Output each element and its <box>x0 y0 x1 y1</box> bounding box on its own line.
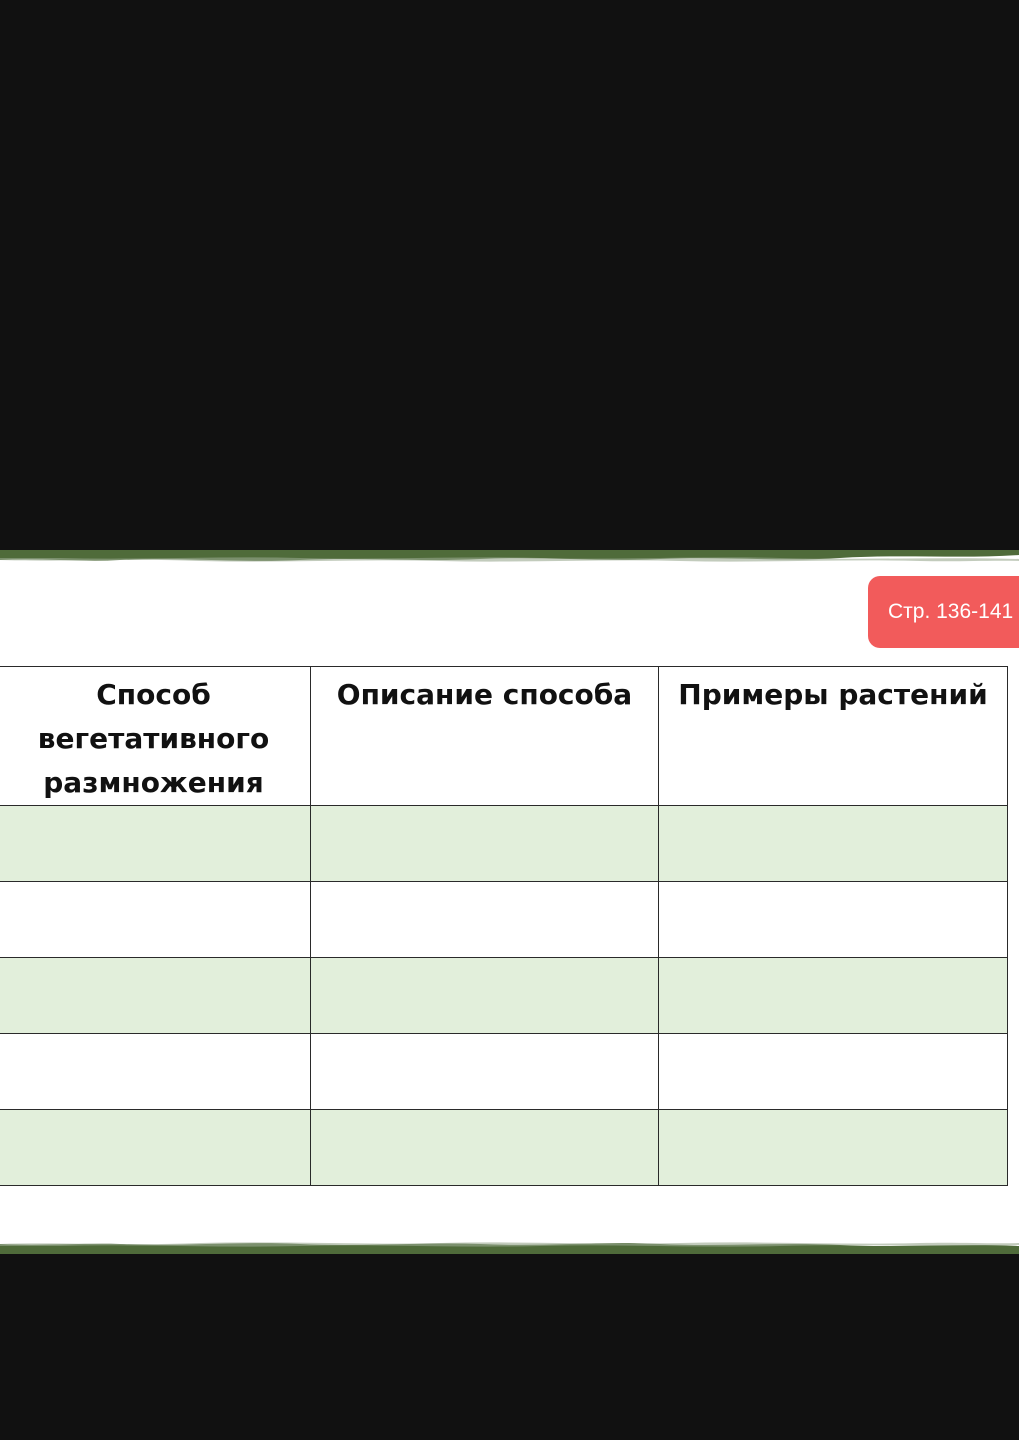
header-examples: Примеры растений <box>658 666 1008 806</box>
page-reference-label: Стр. 136-141 <box>888 600 1014 623</box>
table-cell[interactable] <box>310 1109 659 1186</box>
header-description: Описание способа <box>310 666 659 806</box>
table-row <box>0 1033 1008 1110</box>
table-row <box>0 957 1008 1034</box>
table-row <box>0 805 1008 882</box>
table-cell[interactable] <box>0 805 311 882</box>
table-cell[interactable] <box>0 881 311 958</box>
bottom-painted-edge <box>0 1240 1019 1254</box>
table-cell[interactable] <box>658 957 1008 1034</box>
bottom-dark-area <box>0 1254 1019 1440</box>
table-cell[interactable] <box>658 1109 1008 1186</box>
worksheet-slide: Стр. 136-141 Способ вегетативного размно… <box>0 550 1019 1254</box>
top-painted-edge <box>0 550 1019 564</box>
top-dark-area <box>0 0 1019 550</box>
table-cell[interactable] <box>658 805 1008 882</box>
table-cell[interactable] <box>0 1109 311 1186</box>
table-cell[interactable] <box>310 957 659 1034</box>
table-cell[interactable] <box>658 1033 1008 1110</box>
header-method: Способ вегетативного размножения <box>0 666 311 806</box>
table-cell[interactable] <box>0 1033 311 1110</box>
table-row <box>0 1109 1008 1186</box>
table-row <box>0 881 1008 958</box>
table-cell[interactable] <box>0 957 311 1034</box>
table-cell[interactable] <box>310 805 659 882</box>
table-cell[interactable] <box>310 1033 659 1110</box>
page-reference-badge: Стр. 136-141 <box>868 576 1019 648</box>
table-cell[interactable] <box>658 881 1008 958</box>
table-header-row: Способ вегетативного размножения Описани… <box>0 666 1008 806</box>
vegetative-propagation-table: Способ вегетативного размножения Описани… <box>0 666 1008 1186</box>
table-cell[interactable] <box>310 881 659 958</box>
